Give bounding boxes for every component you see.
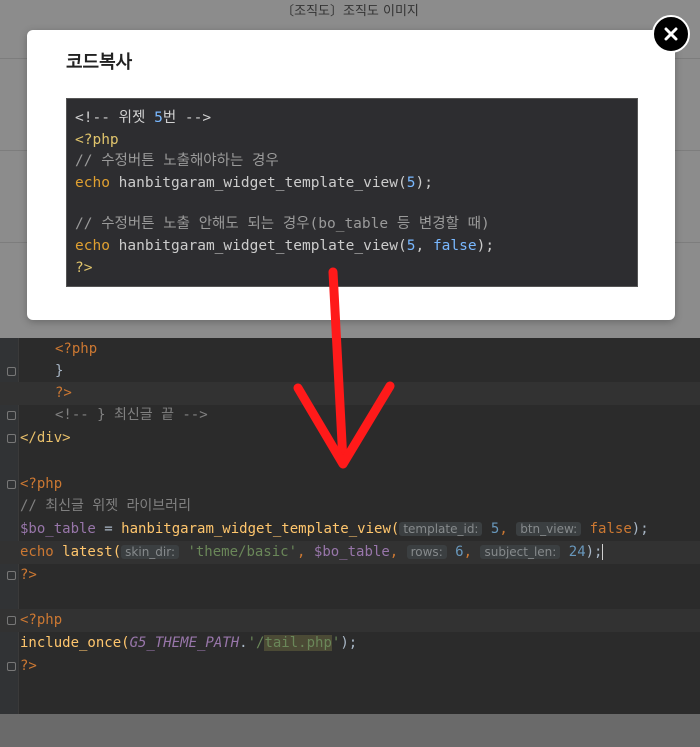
red-arrow-icon — [293, 267, 395, 469]
